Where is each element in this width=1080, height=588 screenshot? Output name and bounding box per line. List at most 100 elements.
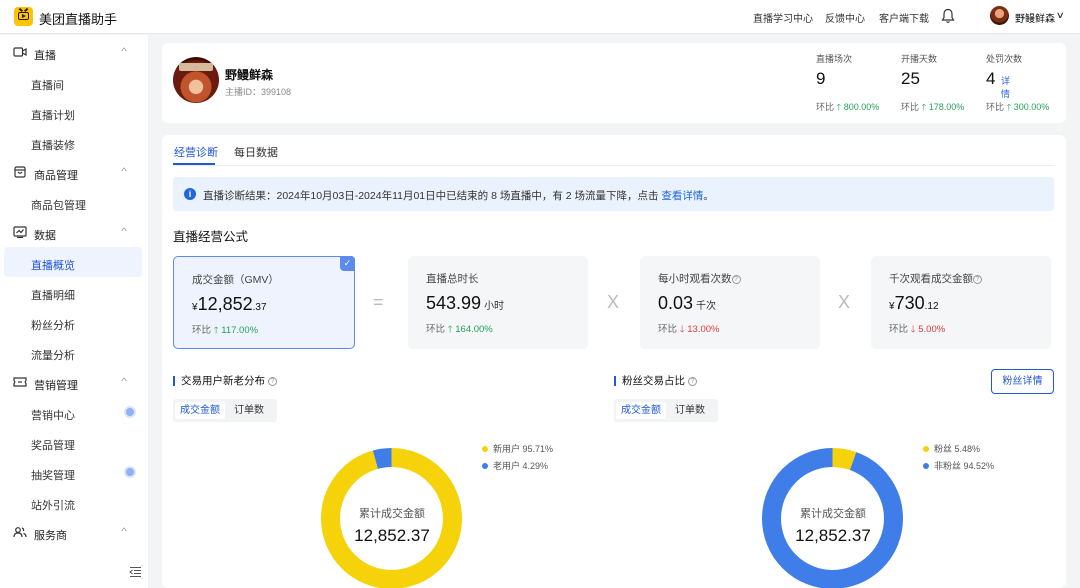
client-download-link[interactable]: 客户端下载 bbox=[879, 10, 929, 25]
help-icon[interactable]: ? bbox=[731, 275, 741, 284]
sidebar-group-marketing[interactable]: 营销管理 ^ bbox=[0, 367, 148, 397]
sidebar-group-label: 数据 bbox=[34, 230, 56, 242]
sidebar-item-marketing-center[interactable]: 营销中心 bbox=[4, 397, 142, 427]
donut-center-label: 累计成交金额 bbox=[800, 508, 866, 520]
donut-center: 累计成交金额 12,852.37 bbox=[763, 505, 903, 546]
donut-center: 累计成交金额 12,852.37 bbox=[322, 505, 462, 546]
streamer-id: 主播ID：399108 bbox=[225, 87, 292, 97]
metric-label: 每小时观看次数? bbox=[658, 271, 741, 286]
sidebar-item-label: 奖品管理 bbox=[31, 440, 75, 452]
formula-title: 直播经营公式 bbox=[173, 230, 249, 244]
sidebar-group-data[interactable]: 数据 ^ bbox=[0, 217, 148, 247]
app-title: 美团直播助手 bbox=[39, 12, 118, 27]
sidebar-item-live-plan[interactable]: 直播计划 bbox=[4, 97, 142, 127]
metric-value: 0.03 千次 bbox=[658, 293, 717, 313]
metric-compare: 环比 🡓 13.00% bbox=[658, 324, 720, 335]
active-tab-indicator bbox=[173, 163, 215, 165]
stat-compare: 环比 🡑 178.00% bbox=[901, 102, 965, 112]
metric-value: 543.99 小时 bbox=[426, 293, 505, 313]
new-badge-dot bbox=[124, 466, 136, 478]
tab-business-diagnosis[interactable]: 经营诊断 bbox=[174, 144, 218, 160]
streamer-name: 野鳗鲜森 bbox=[225, 68, 274, 82]
stat-label: 处罚次数 bbox=[986, 54, 1023, 64]
metric-gmv-per-thousand-views[interactable]: 千次观看成交金额? ¥730.12 环比 🡓 5.00% bbox=[871, 256, 1051, 349]
sidebar-group-products[interactable]: 商品管理 ^ bbox=[0, 157, 148, 187]
metric-value: ¥12,852.37 bbox=[192, 294, 267, 314]
sidebar-item-traffic-analysis[interactable]: 流量分析 bbox=[4, 337, 142, 367]
sidebar-item-prize-manage[interactable]: 奖品管理 bbox=[4, 427, 142, 457]
penalty-detail-link[interactable]: 详情 bbox=[1001, 74, 1010, 100]
legend-dot bbox=[923, 446, 929, 452]
toggle-orders[interactable]: 订单数 bbox=[229, 402, 269, 419]
sidebar-item-lottery-manage[interactable]: 抽奖管理 bbox=[4, 457, 142, 487]
metric-gmv[interactable]: ✓ 成交金额（GMV） ¥12,852.37 环比 🡑 117.00% bbox=[173, 256, 355, 349]
sidebar-item-external-traffic[interactable]: 站外引流 bbox=[4, 487, 142, 517]
chevron-up-icon: ^ bbox=[121, 166, 127, 176]
multiply-operator: X bbox=[607, 292, 620, 312]
tab-divider bbox=[173, 165, 1055, 166]
sidebar: 直播 ^ 直播间 直播计划 直播装修 商品管理 ^ 商品包管理 数据 ^ 直播概… bbox=[0, 35, 148, 588]
learning-center-link[interactable]: 直播学习中心 bbox=[753, 10, 813, 25]
toggle-gmv[interactable]: 成交金额 bbox=[616, 402, 666, 419]
metric-label: 千次观看成交金额? bbox=[889, 271, 982, 286]
donut-center-value: 12,852.37 bbox=[795, 526, 871, 545]
username[interactable]: 野鳗鲜森 bbox=[1015, 10, 1055, 25]
sidebar-item-live-overview[interactable]: 直播概览 bbox=[4, 247, 142, 277]
sidebar-group-service-provider[interactable]: 服务商 ^ bbox=[0, 517, 148, 547]
legend-dot bbox=[482, 446, 488, 452]
sidebar-item-product-package[interactable]: 商品包管理 bbox=[4, 187, 142, 217]
stat-value: 4 bbox=[986, 69, 996, 88]
chevron-down-icon[interactable]: ∨ bbox=[1056, 10, 1065, 21]
sidebar-item-label: 粉丝分析 bbox=[31, 320, 75, 332]
help-icon[interactable]: ? bbox=[687, 377, 697, 386]
users-icon bbox=[13, 527, 27, 538]
chevron-up-icon: ^ bbox=[121, 226, 127, 236]
app-logo-icon bbox=[14, 7, 33, 26]
metric-live-duration[interactable]: 直播总时长 543.99 小时 环比 🡑 164.00% bbox=[408, 256, 588, 349]
collapse-sidebar-icon[interactable] bbox=[129, 566, 142, 578]
metric-hourly-views[interactable]: 每小时观看次数? 0.03 千次 环比 🡓 13.00% bbox=[640, 256, 820, 349]
profile-card: 野鳗鲜森 主播ID：399108 直播场次 9 环比 🡑 800.00% 开播天… bbox=[162, 43, 1066, 123]
sidebar-item-label: 直播明细 bbox=[31, 290, 75, 302]
sidebar-group-live[interactable]: 直播 ^ bbox=[0, 37, 148, 67]
equals-operator: = bbox=[373, 292, 384, 312]
fans-detail-button[interactable]: 粉丝详情 bbox=[991, 369, 1054, 394]
metric-compare: 环比 🡓 5.00% bbox=[889, 324, 946, 335]
new-badge-dot bbox=[124, 406, 136, 418]
view-details-link[interactable]: 查看详情 bbox=[661, 190, 703, 202]
stat-label: 直播场次 bbox=[816, 54, 853, 64]
metric-value: ¥730.12 bbox=[889, 293, 939, 313]
fans-ratio-toggle: 成交金额 订单数 bbox=[614, 399, 718, 422]
toggle-gmv[interactable]: 成交金额 bbox=[175, 402, 225, 419]
chart-icon bbox=[13, 226, 27, 238]
user-avatar[interactable] bbox=[990, 6, 1009, 25]
legend-dot bbox=[482, 463, 488, 469]
metric-label: 成交金额（GMV） bbox=[192, 274, 279, 286]
tab-daily-data[interactable]: 每日数据 bbox=[234, 144, 278, 160]
sidebar-item-label: 直播装修 bbox=[31, 140, 75, 152]
sidebar-item-live-decor[interactable]: 直播装修 bbox=[4, 127, 142, 157]
metric-compare: 环比 🡑 164.00% bbox=[426, 324, 493, 335]
sidebar-item-label: 直播间 bbox=[31, 80, 64, 92]
stat-label: 开播天数 bbox=[901, 54, 938, 64]
sidebar-item-label: 直播概览 bbox=[31, 260, 75, 272]
legend-dot bbox=[923, 463, 929, 469]
sidebar-item-live-detail[interactable]: 直播明细 bbox=[4, 277, 142, 307]
metric-compare: 环比 🡑 117.00% bbox=[192, 325, 259, 336]
chevron-up-icon: ^ bbox=[121, 376, 127, 386]
sidebar-item-label: 营销中心 bbox=[31, 410, 75, 422]
sidebar-group-label: 直播 bbox=[34, 50, 56, 62]
help-icon[interactable]: ? bbox=[267, 377, 277, 386]
streamer-avatar bbox=[173, 57, 219, 103]
toggle-orders[interactable]: 订单数 bbox=[670, 402, 710, 419]
stat-compare: 环比 🡑 300.00% bbox=[986, 102, 1050, 112]
help-icon[interactable]: ? bbox=[973, 275, 982, 284]
user-distribution-title: 交易用户新老分布 ? bbox=[173, 376, 277, 386]
bell-icon[interactable] bbox=[941, 8, 955, 24]
sidebar-item-live-room[interactable]: 直播间 bbox=[4, 67, 142, 97]
sidebar-group-label: 商品管理 bbox=[34, 170, 78, 182]
check-icon: ✓ bbox=[340, 256, 355, 271]
sidebar-item-label: 直播计划 bbox=[31, 110, 75, 122]
sidebar-item-fans-analysis[interactable]: 粉丝分析 bbox=[4, 307, 142, 337]
feedback-center-link[interactable]: 反馈中心 bbox=[825, 10, 865, 25]
